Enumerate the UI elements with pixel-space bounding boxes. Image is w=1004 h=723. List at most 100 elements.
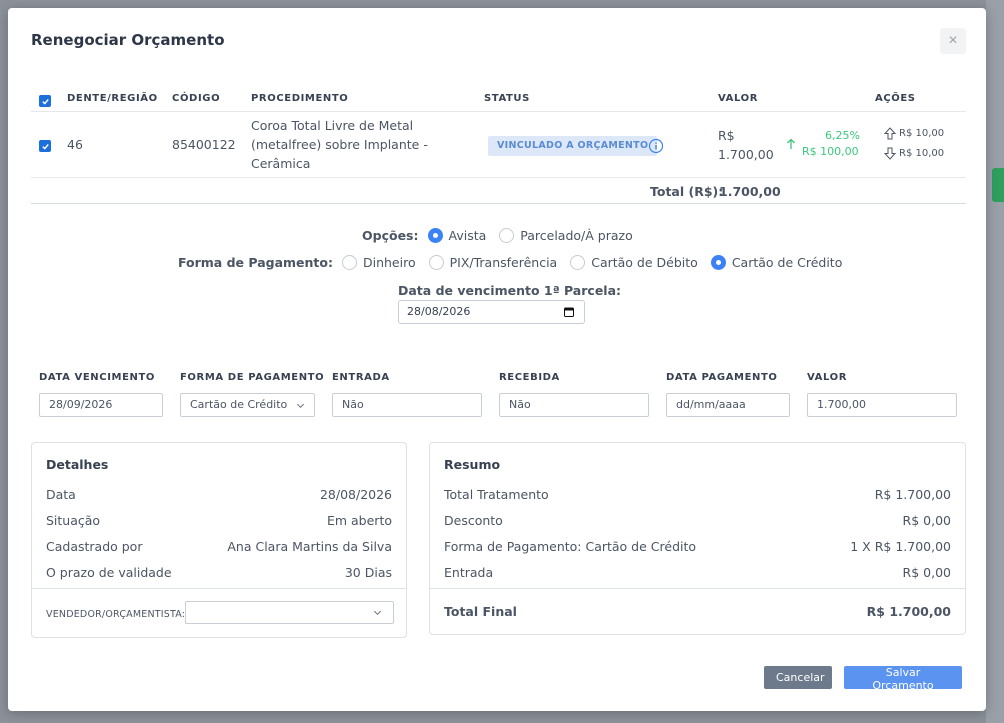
- resumo-row-total-tratamento: Total Tratamento R$ 1.700,00: [444, 487, 951, 505]
- vencimento-label: Data de vencimento 1ª Parcela:: [398, 283, 622, 298]
- table-row: 46 85400122 Coroa Total Livre de Metal (…: [31, 112, 966, 178]
- cancel-button[interactable]: Cancelar: [764, 666, 832, 689]
- pagamento-pix[interactable]: PIX/Transferência: [428, 255, 557, 270]
- decrease-action[interactable]: R$ 10,00: [884, 147, 944, 160]
- opcao-avista-label: Avista: [448, 228, 487, 243]
- parcelas-header-data-pagamento: DATA PAGAMENTO: [666, 372, 778, 383]
- total-label: Total (R$):: [650, 184, 724, 199]
- parcelas-header-forma: FORMA DE PAGAMENTO: [180, 372, 325, 383]
- info-icon[interactable]: [648, 138, 664, 154]
- table-header-row: DENTE/REGIÃO CÓDIGO PROCEDIMENTO STATUS …: [31, 86, 966, 112]
- select-all-checkbox[interactable]: [39, 95, 51, 107]
- parcela-recebida-input[interactable]: Não: [499, 393, 649, 417]
- pagamento-dinheiro[interactable]: Dinheiro: [341, 255, 416, 270]
- pagamento-credito-label: Cartão de Crédito: [731, 255, 843, 270]
- vencimento-value: 28/08/2026: [407, 305, 471, 318]
- resumo-key: Forma de Pagamento: Cartão de Crédito: [444, 539, 697, 554]
- pagamento-credito[interactable]: Cartão de Crédito: [710, 255, 843, 270]
- header-dente: DENTE/REGIÃO: [67, 93, 158, 104]
- decrease-value: R$ 10,00: [899, 148, 945, 159]
- detalhes-row-data: Data 28/08/2026: [46, 487, 392, 505]
- resumo-key: Desconto: [444, 513, 503, 528]
- detalhes-key: Situação: [46, 513, 101, 528]
- parcela-vencimento-input[interactable]: 28/09/2026: [39, 393, 163, 417]
- row-percent: 6,25%: [825, 129, 860, 142]
- detalhes-row-cadastrado: Cadastrado por Ana Clara Martins da Silv…: [46, 539, 392, 557]
- row-diff: R$ 100,00: [802, 145, 859, 158]
- detalhes-value: 30 Dias: [344, 565, 392, 580]
- radio-dinheiro[interactable]: [341, 255, 357, 270]
- resumo-value: R$ 0,00: [902, 513, 951, 528]
- panel-divider: [430, 588, 965, 589]
- pagamento-dinheiro-label: Dinheiro: [362, 255, 416, 270]
- resumo-value: 1 X R$ 1.700,00: [850, 539, 951, 554]
- chevron-down-icon: [296, 403, 305, 409]
- valor-currency: R$: [718, 128, 735, 143]
- radio-parcelado[interactable]: [499, 228, 515, 243]
- radio-debito[interactable]: [570, 255, 586, 270]
- detalhes-key: Cadastrado por: [46, 539, 143, 554]
- radio-credito[interactable]: [710, 255, 726, 270]
- parcelas-header-vencimento: DATA VENCIMENTO: [39, 372, 156, 383]
- row-valor: R$ 1.700,00: [718, 126, 774, 164]
- total-final-value: R$ 1.700,00: [866, 604, 951, 619]
- procedures-table: DENTE/REGIÃO CÓDIGO PROCEDIMENTO STATUS …: [31, 86, 966, 204]
- close-icon: ×: [948, 32, 958, 49]
- radio-avista[interactable]: [427, 228, 443, 243]
- detalhes-value: 28/08/2026: [319, 487, 392, 502]
- detalhes-title: Detalhes: [46, 457, 109, 472]
- table-total-row: Total (R$): 1.700,00: [31, 178, 966, 204]
- parcela-entrada-input[interactable]: Não: [332, 393, 482, 417]
- resumo-panel: Resumo Total Tratamento R$ 1.700,00 Desc…: [429, 442, 966, 635]
- calendar-icon[interactable]: [564, 307, 574, 317]
- radio-pix[interactable]: [428, 255, 444, 270]
- parcelas-header-recebida: RECEBIDA: [499, 372, 560, 383]
- vendedor-label: VENDEDOR/ORÇAMENTISTA:: [46, 609, 186, 620]
- row-dente: 46: [67, 137, 83, 152]
- resumo-key: Entrada: [444, 565, 494, 580]
- renegotiate-budget-modal: Renegociar Orçamento × DENTE/REGIÃO CÓDI…: [8, 8, 986, 711]
- detalhes-value: Ana Clara Martins da Silva: [227, 539, 392, 554]
- row-checkbox[interactable]: [39, 140, 51, 152]
- save-budget-button[interactable]: Salvar Orçamento: [844, 666, 962, 692]
- valor-amount: 1.700,00: [718, 147, 774, 162]
- backdrop-page: [986, 0, 1004, 723]
- detalhes-key: O prazo de validade: [46, 565, 172, 580]
- vendedor-select[interactable]: [185, 601, 394, 624]
- procedimento-line-2: (metalfree) sobre Implante -: [251, 137, 428, 152]
- opcoes-label: Opções:: [362, 228, 419, 243]
- header-codigo: CÓDIGO: [172, 93, 221, 104]
- header-valor: VALOR: [718, 93, 759, 104]
- procedimento-line-1: Coroa Total Livre de Metal: [251, 118, 414, 133]
- detalhes-row-situacao: Situação Em aberto: [46, 513, 392, 531]
- parcelas-header-valor: VALOR: [807, 372, 848, 383]
- close-button[interactable]: ×: [940, 28, 966, 54]
- vencimento-date-input[interactable]: 28/08/2026: [398, 300, 585, 324]
- parcela-valor-input[interactable]: 1.700,00: [807, 393, 957, 417]
- arrow-up-icon: [884, 127, 896, 140]
- parcela-data-pagamento-input[interactable]: dd/mm/aaaa: [666, 393, 790, 417]
- check-icon: [41, 98, 49, 105]
- opcao-avista[interactable]: Avista: [427, 228, 487, 243]
- opcao-parcelado[interactable]: Parcelado/À prazo: [499, 228, 633, 243]
- opcao-parcelado-label: Parcelado/À prazo: [520, 228, 633, 243]
- chevron-down-icon: [373, 610, 382, 616]
- panel-divider: [32, 588, 406, 589]
- header-status: STATUS: [484, 93, 530, 104]
- modal-title: Renegociar Orçamento: [31, 31, 225, 49]
- detalhes-key: Data: [46, 487, 76, 502]
- row-procedimento: Coroa Total Livre de Metal (metalfree) s…: [251, 116, 451, 173]
- resumo-row-desconto: Desconto R$ 0,00: [444, 513, 951, 531]
- resumo-total-final: Total Final R$ 1.700,00: [444, 604, 951, 622]
- header-acoes: AÇÕES: [875, 93, 916, 104]
- resumo-key: Total Tratamento: [444, 487, 549, 502]
- total-final-label: Total Final: [444, 604, 517, 619]
- parcelas-header-entrada: ENTRADA: [332, 372, 390, 383]
- pagamento-debito[interactable]: Cartão de Débito: [570, 255, 698, 270]
- forma-pagamento-label: Forma de Pagamento:: [178, 255, 333, 270]
- parcela-forma-select[interactable]: Cartão de Crédito: [180, 393, 315, 417]
- increase-action[interactable]: R$ 10,00: [884, 127, 944, 140]
- header-procedimento: PROCEDIMENTO: [251, 93, 349, 104]
- parcela-forma-value: Cartão de Crédito: [190, 398, 288, 411]
- check-icon: [41, 143, 49, 150]
